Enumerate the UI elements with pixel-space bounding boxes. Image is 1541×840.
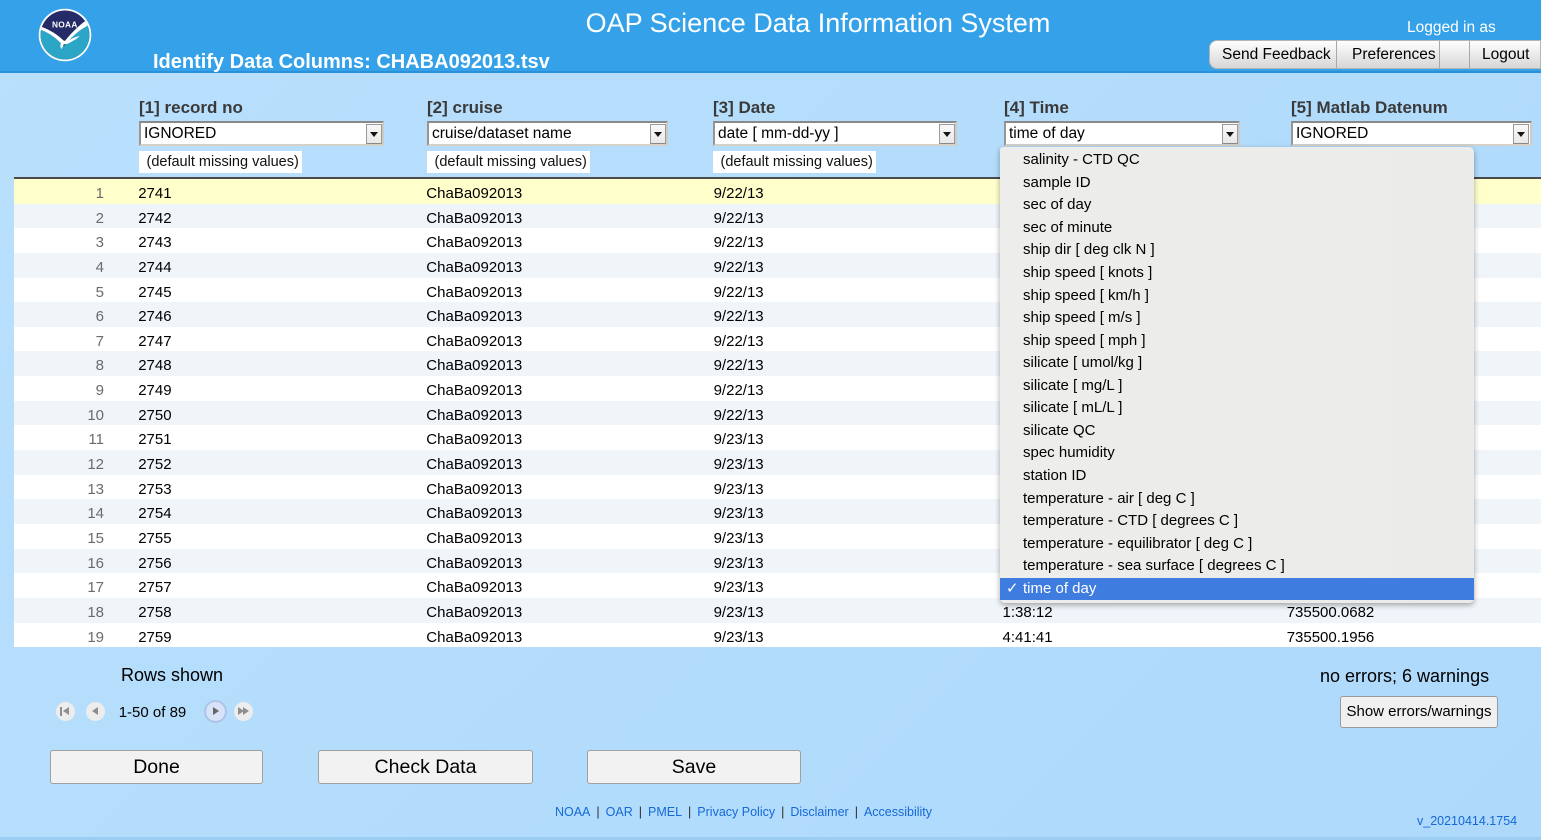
svg-text:NOAA: NOAA [52, 19, 78, 29]
